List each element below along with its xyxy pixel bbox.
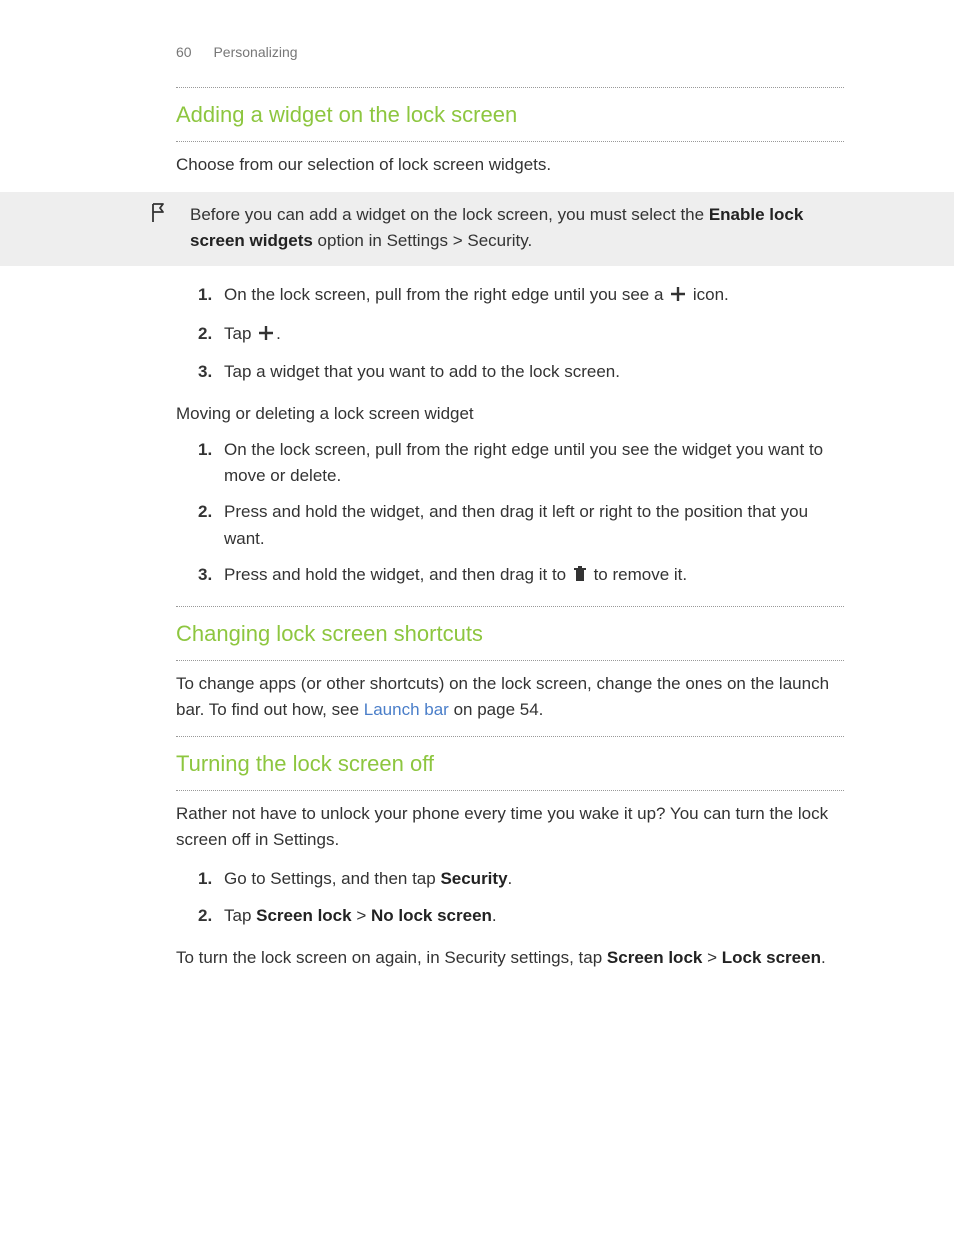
list-item: Tap a widget that you want to add to the… — [198, 359, 844, 385]
steps-list: On the lock screen, pull from the right … — [198, 437, 844, 591]
plus-icon — [258, 323, 274, 349]
page-number: 60 — [176, 44, 192, 60]
trash-icon — [573, 564, 587, 590]
list-item: On the lock screen, pull from the right … — [198, 282, 844, 310]
list-item: Tap . — [198, 321, 844, 349]
divider — [176, 736, 844, 737]
list-item: On the lock screen, pull from the right … — [198, 437, 844, 490]
body-text: Choose from our selection of lock screen… — [176, 152, 844, 178]
body-text: To turn the lock screen on again, in Sec… — [176, 945, 844, 971]
list-item: Press and hold the widget, and then drag… — [198, 562, 844, 590]
divider — [176, 606, 844, 607]
body-text: Rather not have to unlock your phone eve… — [176, 801, 844, 852]
divider — [176, 660, 844, 661]
list-item: Tap Screen lock > No lock screen. — [198, 903, 844, 929]
launch-bar-link[interactable]: Launch bar — [364, 700, 449, 719]
section-name: Personalizing — [213, 44, 297, 60]
page-header: 60 Personalizing — [176, 42, 844, 63]
divider — [176, 790, 844, 791]
subheading-moving-deleting: Moving or deleting a lock screen widget — [176, 401, 844, 427]
steps-list: On the lock screen, pull from the right … — [198, 282, 844, 385]
divider — [176, 141, 844, 142]
divider — [176, 87, 844, 88]
section-heading-changing-shortcuts: Changing lock screen shortcuts — [176, 617, 844, 650]
note-text: Before you can add a widget on the lock … — [190, 202, 844, 255]
flag-icon — [150, 202, 168, 232]
list-item: Press and hold the widget, and then drag… — [198, 499, 844, 552]
section-heading-turning-off: Turning the lock screen off — [176, 747, 844, 780]
section-heading-adding-widget: Adding a widget on the lock screen — [176, 98, 844, 131]
steps-list: Go to Settings, and then tap Security. T… — [198, 866, 844, 929]
document-page: 60 Personalizing Adding a widget on the … — [0, 0, 954, 1025]
plus-icon — [670, 284, 686, 310]
note-box: Before you can add a widget on the lock … — [0, 192, 954, 267]
list-item: Go to Settings, and then tap Security. — [198, 866, 844, 892]
body-text: To change apps (or other shortcuts) on t… — [176, 671, 844, 722]
